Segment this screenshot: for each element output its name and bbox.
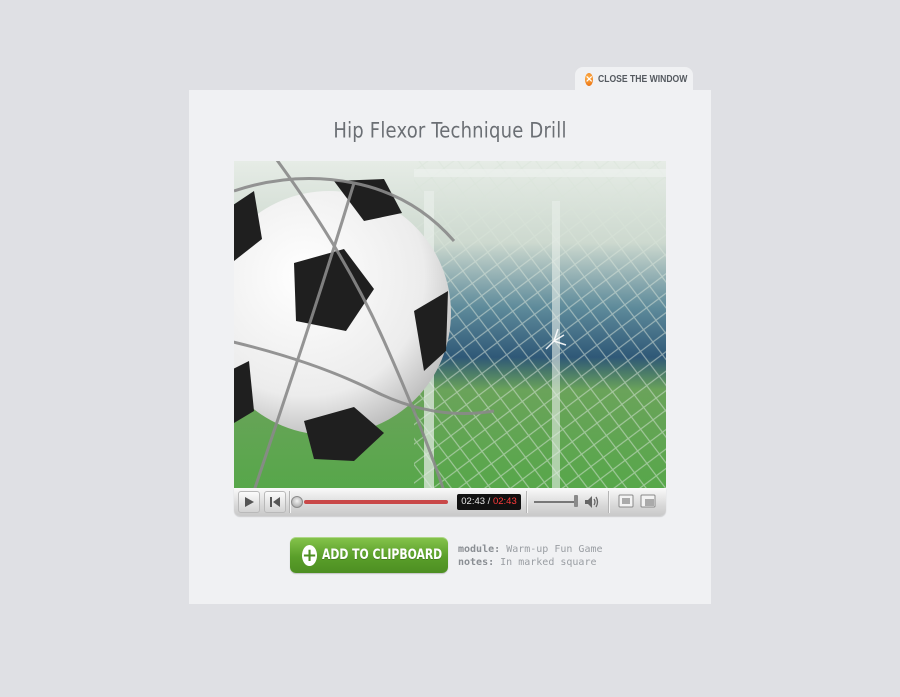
notes-line: notes: In marked square [458, 556, 603, 569]
notes-value: In marked square [500, 557, 597, 568]
play-button[interactable] [238, 491, 260, 513]
drill-meta: module: Warm-up Fun Game notes: In marke… [458, 543, 603, 569]
total-time: 02:43 [492, 496, 517, 507]
current-time: 02:43 [461, 496, 486, 507]
plus-icon: + [302, 544, 318, 566]
module-value: Warm-up Fun Game [506, 544, 603, 555]
fullscreen-icon[interactable] [640, 494, 656, 508]
video-thumbnail [234, 161, 666, 488]
close-window-button[interactable]: × CLOSE THE WINDOW [575, 67, 693, 91]
time-display: 02:43 / 02:43 [457, 494, 521, 510]
page-title: Hip Flexor Technique Drill [333, 117, 567, 143]
progress-handle[interactable] [291, 496, 303, 508]
divider [289, 491, 290, 513]
close-icon: × [585, 72, 594, 86]
video-controls: 02:43 / 02:43 [234, 488, 666, 516]
module-line: module: Warm-up Fun Game [458, 543, 603, 556]
video-popup-panel: Hip Flexor Technique Drill 02:43 / 02:43… [189, 90, 711, 604]
play-icon [245, 497, 254, 507]
volume-icon[interactable] [583, 493, 601, 511]
divider [608, 491, 609, 513]
add-to-clipboard-button[interactable]: + ADD TO CLIPBOARD [290, 537, 448, 573]
divider [526, 491, 527, 513]
normal-screen-icon[interactable] [618, 494, 634, 508]
video-frame[interactable] [234, 161, 666, 488]
close-window-label: CLOSE THE WINDOW [598, 73, 688, 85]
time-separator: / [487, 496, 491, 507]
volume-handle[interactable] [574, 495, 578, 507]
notes-key: notes: [458, 557, 495, 568]
rewind-button[interactable] [264, 491, 286, 513]
progress-bar[interactable] [304, 500, 448, 504]
add-to-clipboard-label: ADD TO CLIPBOARD [322, 547, 443, 563]
volume-slider[interactable] [534, 501, 578, 503]
skip-back-icon [270, 497, 280, 507]
module-key: module: [458, 544, 501, 555]
